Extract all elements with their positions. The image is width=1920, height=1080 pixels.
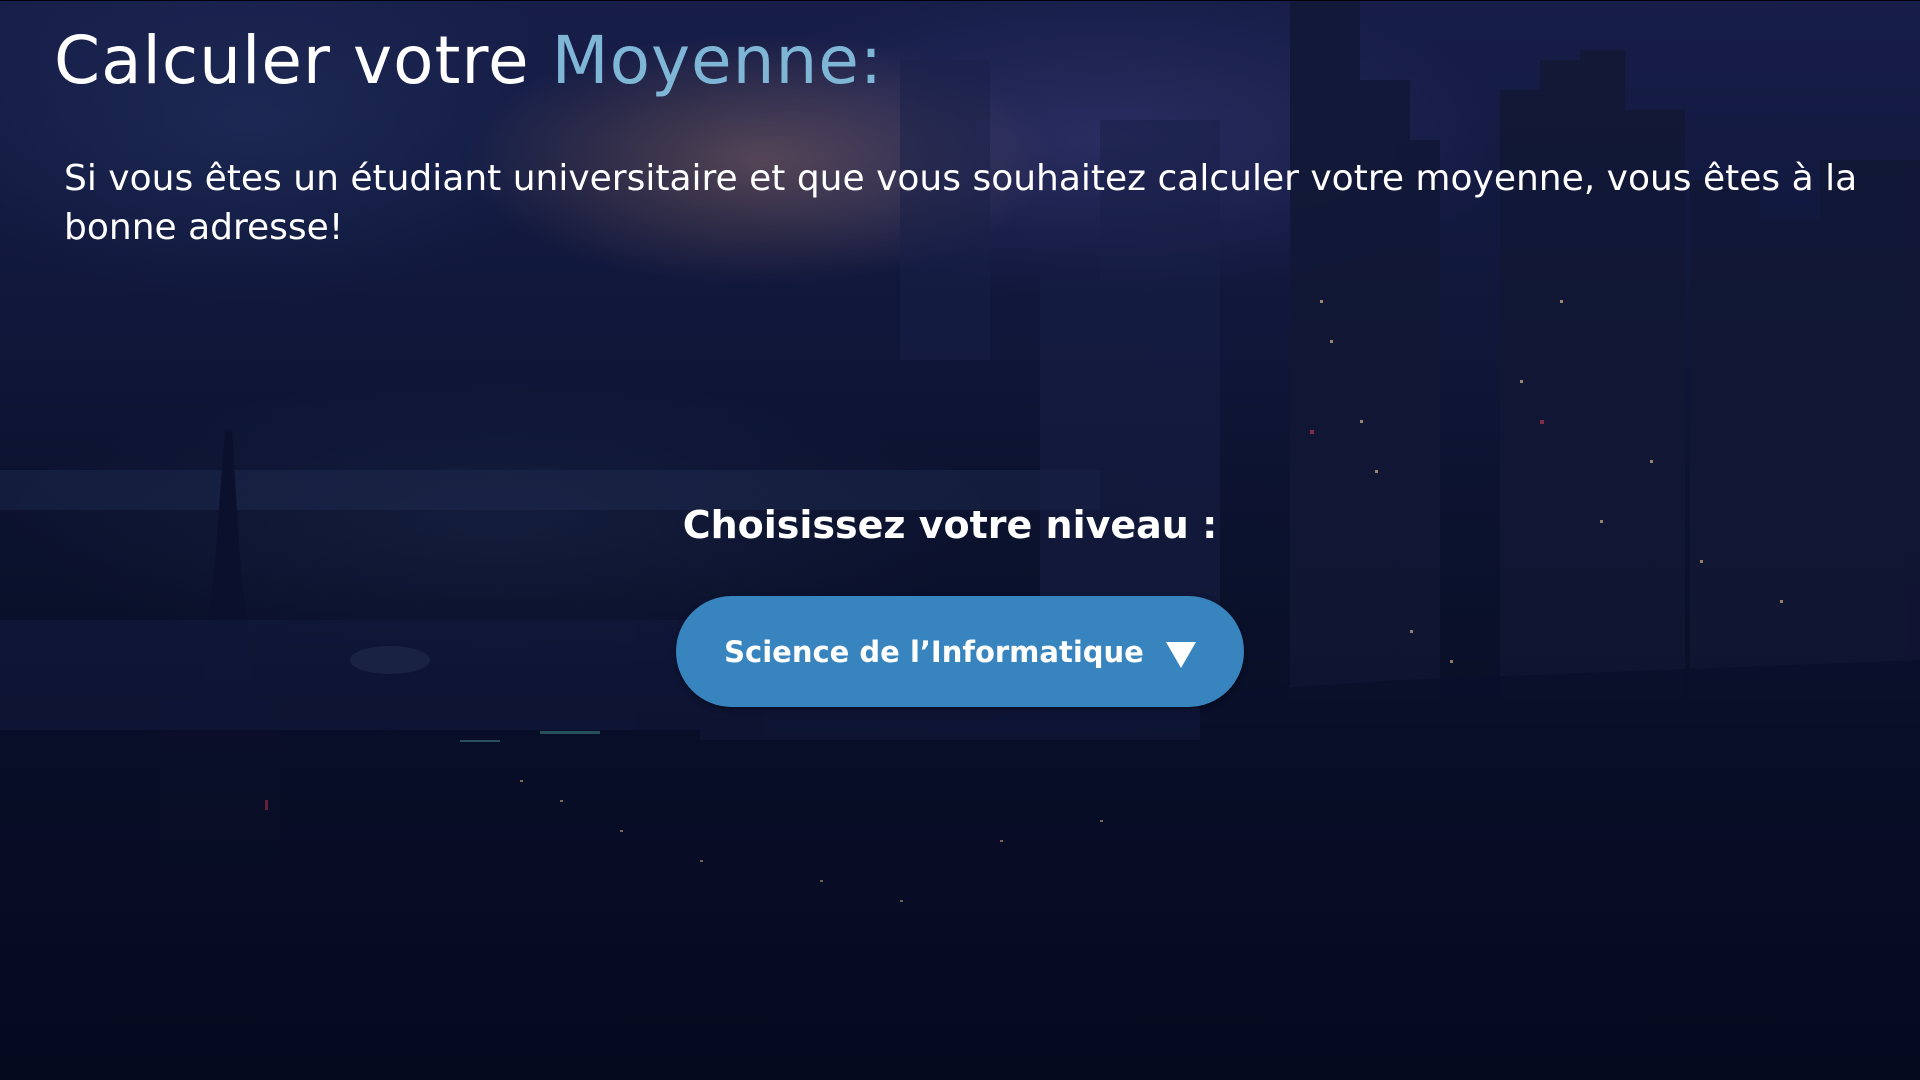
level-select-value: Science de l’Informatique (724, 634, 1144, 669)
level-select-button[interactable]: Science de l’Informatique (676, 596, 1244, 707)
title-accent: Moyenne: (551, 22, 884, 99)
triangle-down-icon (1165, 641, 1196, 668)
level-label: Choisissez votre niveau : (682, 503, 1218, 547)
page-title: Calculer votre Moyenne: (54, 22, 883, 99)
top-border (0, 0, 1920, 1)
title-main: Calculer votre (54, 22, 530, 99)
intro-text: Si vous êtes un étudiant universitaire e… (64, 158, 1858, 248)
